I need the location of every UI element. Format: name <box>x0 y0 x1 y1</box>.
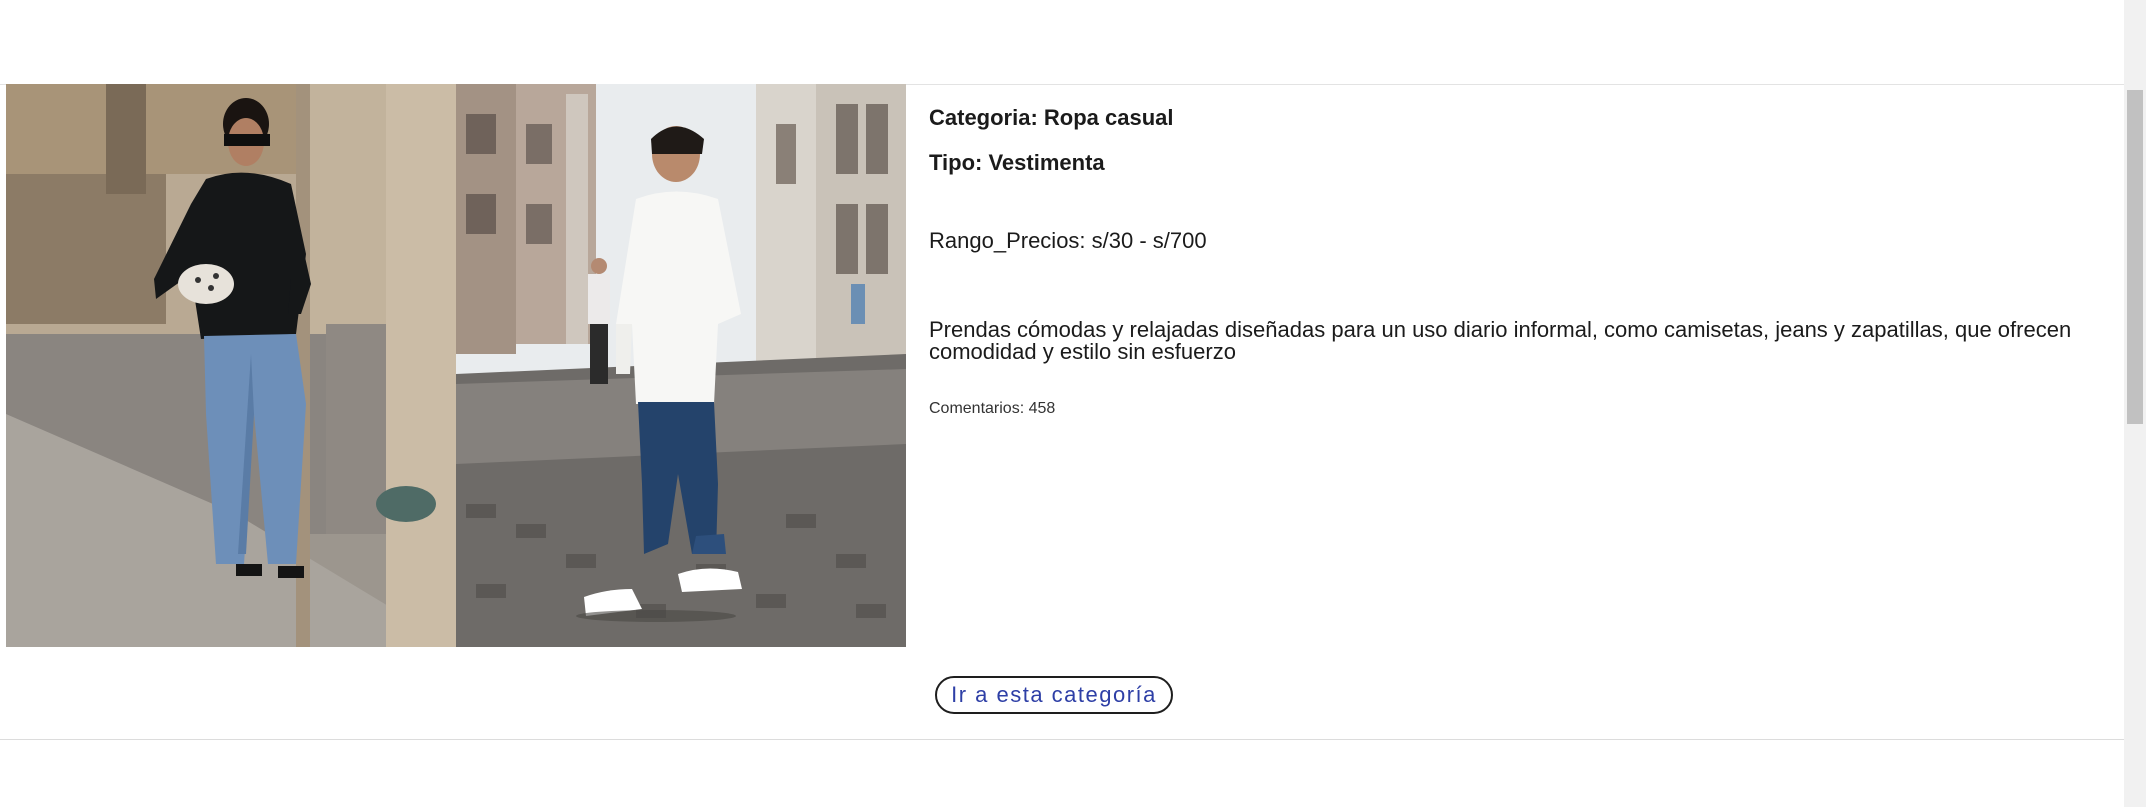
category-card: Categoria: Ropa casual Tipo: Vestimenta … <box>6 84 2124 647</box>
category-description: Prendas cómodas y relajadas diseñadas pa… <box>929 317 2072 364</box>
bottom-divider <box>0 739 2124 740</box>
page: Categoria: Ropa casual Tipo: Vestimenta … <box>0 0 2146 807</box>
woman-casual-outfit-photo <box>6 84 456 647</box>
man-casual-outfit-photo <box>456 84 906 647</box>
scrollbar-thumb[interactable] <box>2127 90 2143 424</box>
price-range: Rango_Precios: s/30 - s/700 <box>929 228 1207 253</box>
category-title: Categoria: Ropa casual <box>929 105 1174 130</box>
comments-count: Comentarios: 458 <box>929 400 1056 417</box>
category-type: Tipo: Vestimenta <box>929 150 1105 175</box>
vertical-scrollbar[interactable] <box>2124 0 2146 807</box>
go-to-category-button[interactable]: Ir a esta categoría <box>935 676 1173 714</box>
